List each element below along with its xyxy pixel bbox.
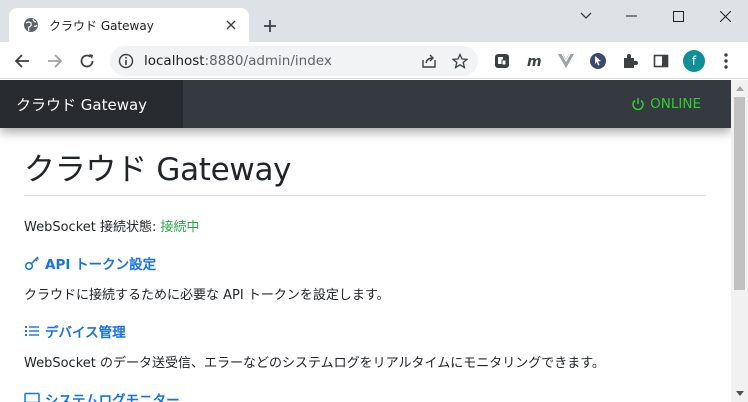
page-title: クラウド Gateway [24,144,706,196]
websocket-status-value: 接続中 [160,220,200,235]
device-management-link[interactable]: デバイス管理 [24,321,706,341]
page-viewport: クラウド Gateway ONLINE クラウド Gateway WebSock… [0,80,748,402]
forward-button[interactable] [42,48,68,74]
more-menu-icon[interactable] [716,51,736,71]
svg-text:m: m [527,54,542,70]
info-icon[interactable] [118,53,134,69]
side-panel-icon[interactable] [651,51,671,71]
url-path: :8880/admin/index [204,53,332,69]
system-log-monitor-label: システムログモニター [45,393,180,402]
back-button[interactable] [9,48,35,74]
globe-icon [24,18,38,32]
extension-cursor-icon[interactable] [588,51,608,71]
navbar-brand[interactable]: クラウド Gateway [0,80,183,128]
system-log-monitor-link[interactable]: システムログモニター [24,389,706,402]
extension-pdf-icon[interactable] [492,51,512,71]
online-status: ONLINE [631,96,701,112]
close-tab-icon[interactable] [223,17,239,33]
minimize-icon [625,15,637,17]
address-bar[interactable]: localhost:8880/admin/index [110,46,478,76]
api-token-settings-description: クラウドに接続するために必要な API トークンを設定します。 [24,288,390,303]
puzzle-icon[interactable] [620,51,640,71]
scrollbar-thumb[interactable] [734,97,745,290]
api-token-settings-link[interactable]: API トークン設定 [24,253,706,273]
new-tab-button[interactable] [258,14,282,38]
list-icon [25,326,39,336]
app-navbar: クラウド Gateway ONLINE [0,80,731,128]
tab-search-button[interactable] [563,0,609,32]
page-scrollbar[interactable] [731,80,748,402]
share-icon[interactable] [420,52,438,70]
url-text[interactable]: localhost:8880/admin/index [144,53,332,69]
url-host: localhost [144,53,205,69]
reload-icon [80,54,94,68]
tab-title: クラウド Gateway [49,18,154,33]
device-management-label: デバイス管理 [45,325,126,341]
avatar[interactable]: f [683,50,705,72]
main-content: クラウド Gateway WebSocket 接続状態: 接続中 API トーク… [24,144,706,402]
arrow-right-icon [48,54,63,68]
extension-m-icon[interactable]: m [524,51,544,71]
scroll-up-icon[interactable] [731,80,748,97]
close-icon [719,10,731,22]
close-window-button[interactable] [702,0,748,32]
power-icon [632,98,644,111]
device-management-description: WebSocket のデータ送受信、エラーなどのシステムログをリアルタイムにモニ… [24,356,605,371]
status-label: ONLINE [650,96,701,112]
key-icon [24,256,40,271]
tab-strip: クラウド Gateway [0,0,748,42]
extension-vue-icon[interactable] [556,51,576,71]
chevron-down-icon [580,12,592,19]
minimize-button[interactable] [608,0,654,32]
bookmark-star-icon[interactable] [451,52,469,70]
websocket-status: WebSocket 接続状態: 接続中 [24,216,706,235]
monitor-icon [24,392,40,402]
websocket-status-label: WebSocket 接続状態: [24,220,161,235]
arrow-left-icon [14,54,29,68]
api-token-settings-label: API トークン設定 [45,257,157,273]
browser-tab[interactable]: クラウド Gateway [9,8,249,42]
browser-toolbar: localhost:8880/admin/index m f [0,42,748,79]
scroll-down-icon[interactable] [731,385,748,402]
reload-button[interactable] [74,48,100,74]
maximize-button[interactable] [655,0,701,32]
maximize-icon [672,10,684,22]
plus-icon [264,20,276,32]
